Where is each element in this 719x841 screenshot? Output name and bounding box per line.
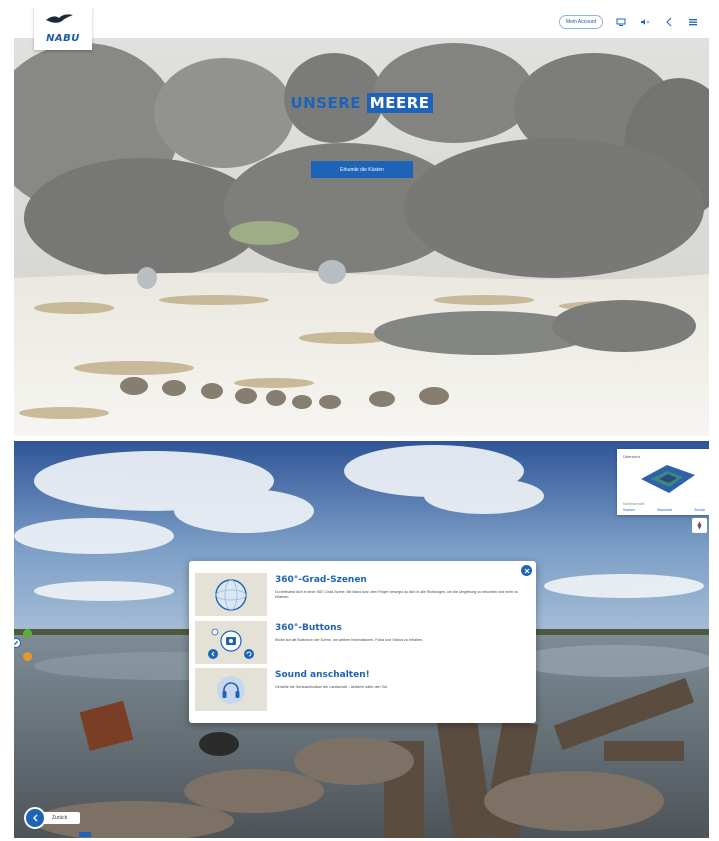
hero-title: UNSERE MEERE <box>14 93 709 113</box>
help-row-sound: Sound anschalten! Genieße die Geräuschku… <box>195 668 530 711</box>
hero-title-part1: UNSERE <box>290 94 362 112</box>
compass-icon <box>697 521 702 530</box>
back-arrow-circle <box>24 807 46 829</box>
back-button[interactable]: Zurück <box>24 807 80 829</box>
minimap-subtitle: Kartenansicht <box>623 502 645 506</box>
headphones-icon <box>217 675 245 704</box>
terrain-map-icon <box>641 465 695 493</box>
minimap-panel[interactable]: Übersicht Kartenansicht Szenen Standorte… <box>617 449 709 515</box>
help-row-description: Genieße die Geräuschkulisse der Landscha… <box>275 685 389 689</box>
hotspot-green[interactable] <box>23 629 32 638</box>
sphere-icon <box>215 578 247 611</box>
progress-tag <box>79 832 91 837</box>
page: NABU Mein Account UNSERE MEERE Erkunde d… <box>0 0 719 841</box>
chevron-left-icon <box>32 814 37 822</box>
help-row-text: 360°-Grad-Szenen Du befindest dich in ei… <box>267 573 523 616</box>
help-row-description: Du befindest dich in einer 360°-Grad-Sze… <box>275 590 519 599</box>
help-row-360-scenes: 360°-Grad-Szenen Du befindest dich in ei… <box>195 573 530 616</box>
nabu-logo[interactable]: NABU <box>34 8 92 50</box>
help-row-title: 360°-Grad-Szenen <box>275 575 367 585</box>
panorama-screen: Übersicht Kartenansicht Szenen Standorte… <box>14 441 709 838</box>
help-row-text: Sound anschalten! Genieße die Geräuschku… <box>267 668 523 711</box>
buttons-thumbnail <box>195 621 267 664</box>
help-row-text: 360°-Buttons Klicke auf die Buttons in d… <box>267 621 523 664</box>
landing-screen: NABU Mein Account UNSERE MEERE Erkunde d… <box>14 8 709 436</box>
hotspot-orange[interactable] <box>23 652 32 661</box>
minimap-title: Übersicht <box>623 454 640 459</box>
explore-coasts-button[interactable]: Erkunde die Küsten <box>311 161 413 178</box>
pencil-icon <box>14 641 18 645</box>
back-label: Zurück <box>42 812 80 824</box>
bird-logo-icon <box>46 14 73 23</box>
account-button[interactable]: Mein Account <box>558 15 603 29</box>
audio-icon[interactable] <box>639 16 651 28</box>
compass-button[interactable] <box>692 518 707 533</box>
camera-buttons-icon <box>208 628 254 659</box>
help-row-360-buttons: 360°-Buttons Klicke auf die Buttons in d… <box>195 621 530 664</box>
share-icon[interactable] <box>663 16 675 28</box>
minimap-links: Szenen Standorte Zurück <box>623 508 705 512</box>
help-row-title: 360°-Buttons <box>275 623 342 633</box>
help-row-description: Klicke auf die Buttons in der Szene, um … <box>275 638 423 642</box>
menu-icon[interactable] <box>687 16 699 28</box>
minimap-link-scenes[interactable]: Szenen <box>623 508 635 512</box>
display-icon[interactable] <box>615 16 627 28</box>
help-row-title: Sound anschalten! <box>275 670 370 680</box>
sphere-thumbnail <box>195 573 267 616</box>
sound-thumbnail <box>195 668 267 711</box>
hero-title-highlight: MEERE <box>366 93 433 113</box>
minimap-link-back[interactable]: Zurück <box>694 508 705 512</box>
header-actions: Mein Account <box>558 15 699 29</box>
minimap-link-locations[interactable]: Standorte <box>657 508 672 512</box>
logo-text: NABU <box>46 33 80 44</box>
help-modal: 360°-Grad-Szenen Du befindest dich in ei… <box>189 561 536 723</box>
